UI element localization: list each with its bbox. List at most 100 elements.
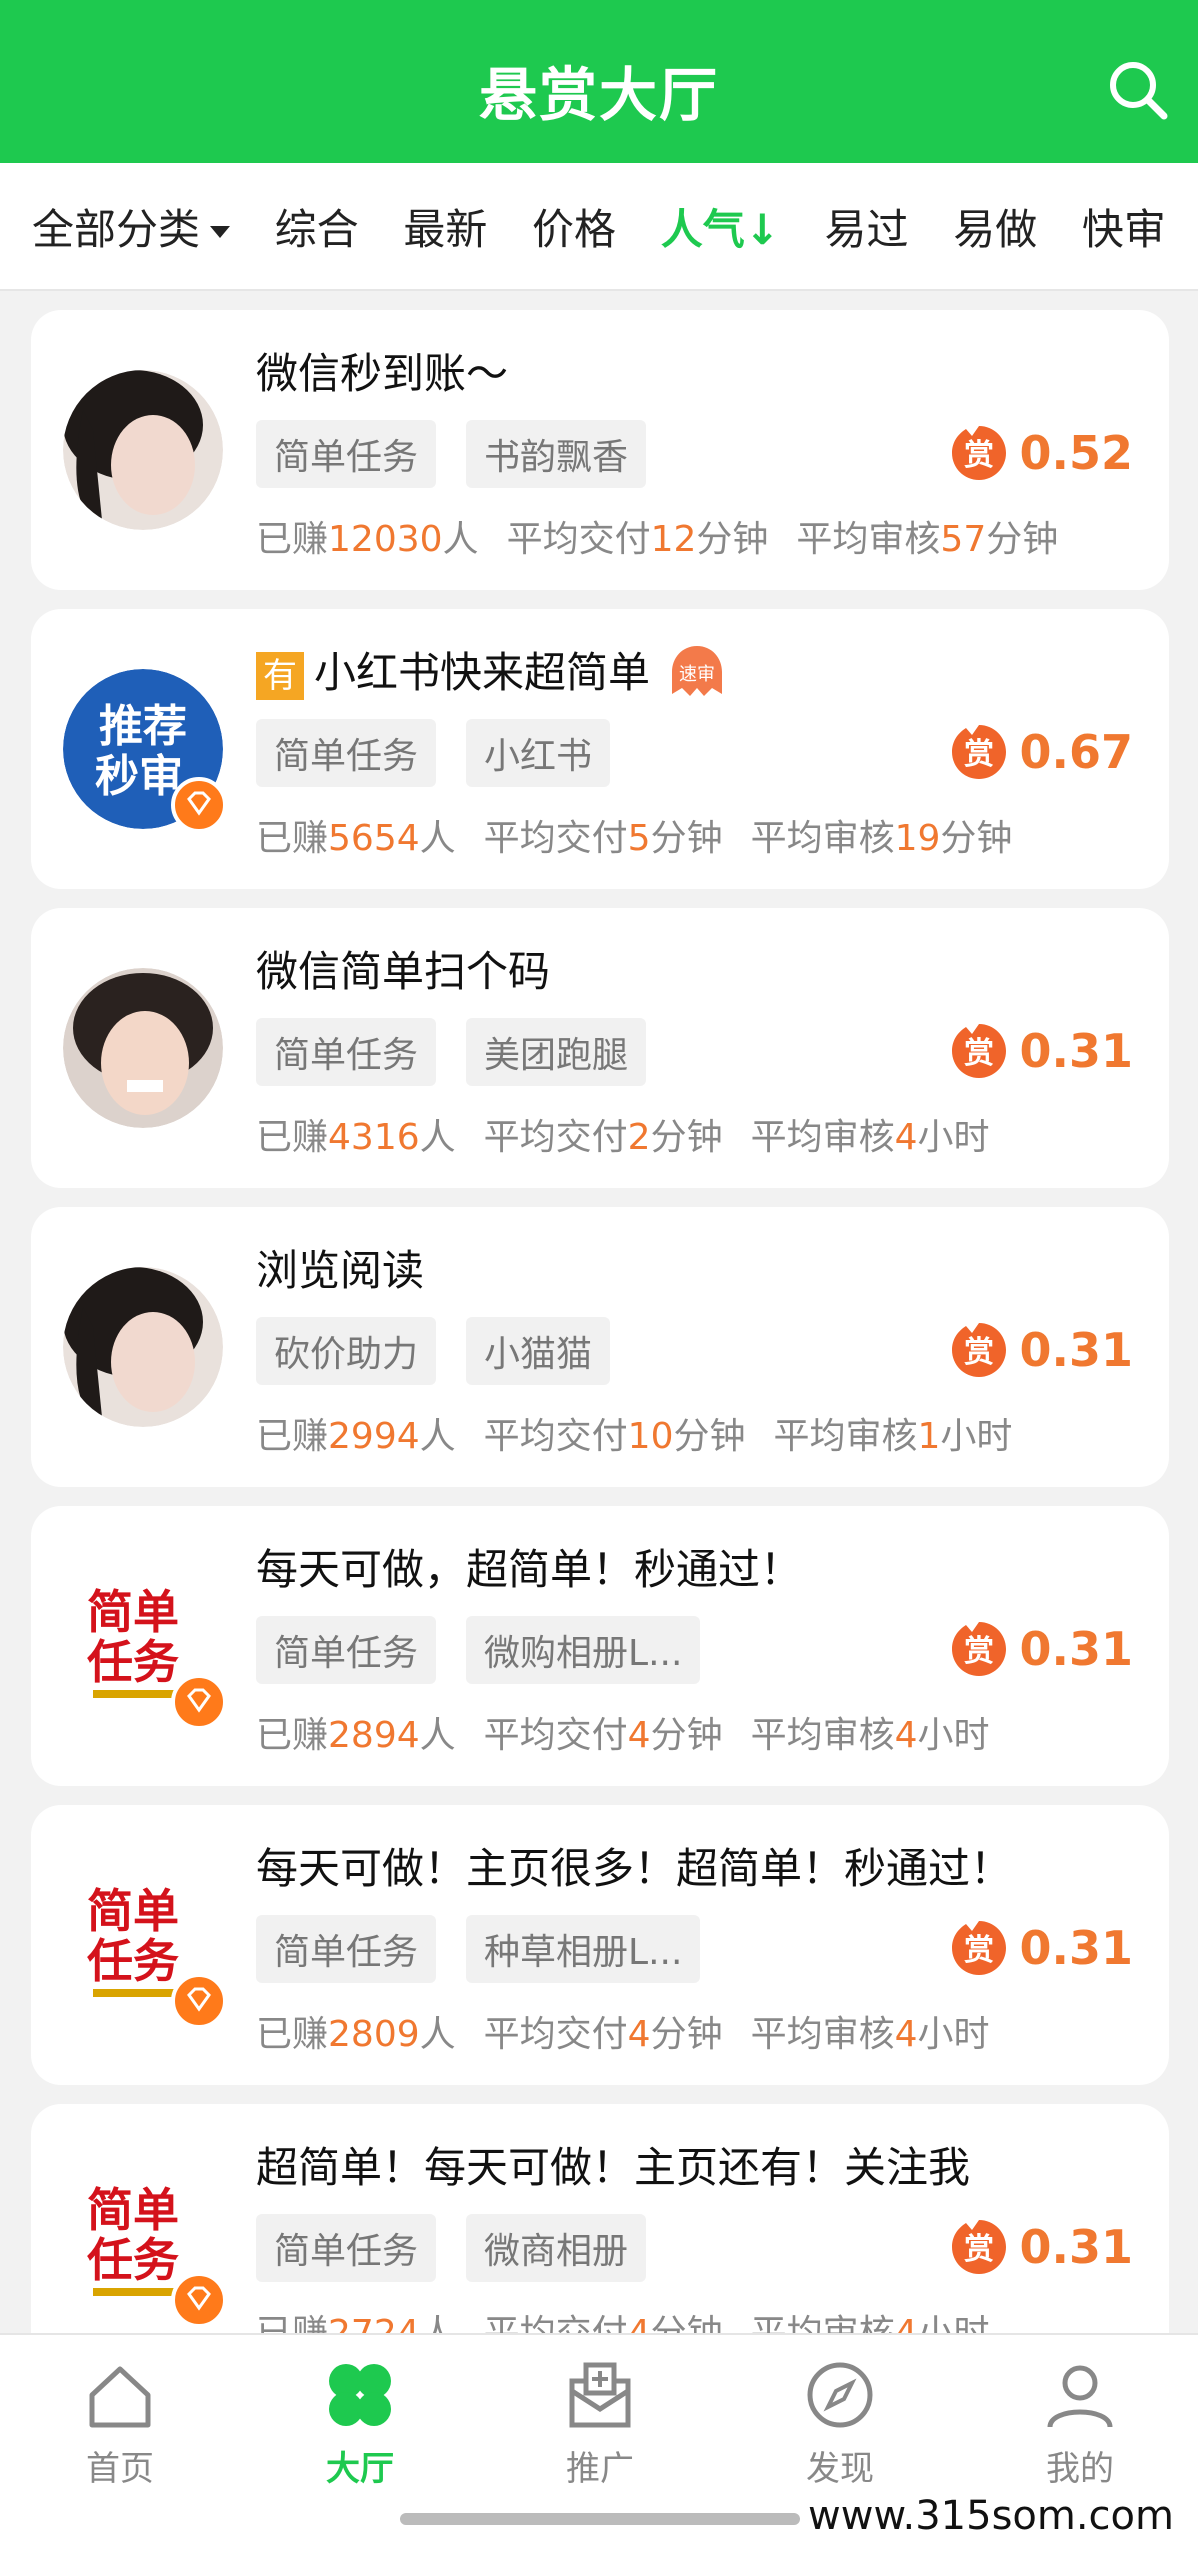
review-time: 19 — [894, 818, 941, 859]
search-icon[interactable] — [1106, 58, 1170, 122]
speed-review-badge: 速审 — [668, 642, 726, 710]
task-card[interactable]: 推荐 秒审有小红书快来超简单 速审 简单任务 小红书赏 0.67 已赚5654人 平均交付5分… — [31, 609, 1169, 889]
earned-suffix: 人 — [419, 2014, 456, 2055]
review-time: 4 — [894, 2014, 918, 2055]
deliver-unit: 分钟 — [673, 1416, 746, 1457]
earned-suffix: 人 — [419, 1416, 456, 1457]
task-card[interactable]: 浏览阅读 砍价助力 小猫猫赏 0.31 已赚2994人 平均交付10分钟 平均审核1小时 — [31, 1207, 1169, 1487]
review-unit: 小时 — [917, 2014, 990, 2055]
earned-count: 4316 — [328, 1117, 420, 1158]
review-time: 1 — [917, 1416, 941, 1457]
review-label: 平均审核 — [796, 519, 941, 560]
review-label: 平均审核 — [750, 1715, 895, 1756]
earned-label: 已赚 — [256, 519, 329, 560]
nav-item-promote[interactable]: 推广 — [510, 2355, 690, 2490]
filter-label: 易过 — [824, 204, 909, 254]
deliver-unit: 分钟 — [650, 1715, 723, 1756]
diamond-badge-icon — [171, 777, 227, 833]
bottom-nav: www.315som.com 首页 大厅 推广 发现 我的 — [0, 2333, 1198, 2556]
earned-label: 已赚 — [256, 818, 329, 859]
svg-text:赏: 赏 — [964, 1933, 994, 1968]
review-label: 平均审核 — [750, 818, 895, 859]
home-indicator — [400, 2513, 800, 2525]
reward-amount: 赏 0.31 — [948, 1319, 1133, 1381]
filter-tab-4[interactable]: 人气↓ — [661, 196, 780, 257]
nav-label: 发现 — [806, 2449, 874, 2489]
task-card[interactable]: 微信秒到账～ 简单任务 书韵飘香赏 0.52 已赚12030人 平均交付12分钟 平均审核5… — [31, 310, 1169, 590]
earned-label: 已赚 — [256, 1117, 329, 1158]
nav-label: 我的 — [1046, 2449, 1114, 2489]
reward-value: 0.31 — [1019, 1921, 1134, 1975]
deliver-label: 平均交付 — [483, 1416, 628, 1457]
filter-label: 最新 — [403, 204, 488, 254]
reward-icon: 赏 — [951, 1323, 1006, 1377]
task-tags: 简单任务 微购相册L... — [256, 1616, 701, 1684]
task-title-text: 每天可做，超简单！秒通过！ — [256, 1545, 803, 1594]
filter-label: 价格 — [532, 204, 617, 254]
task-avatar — [63, 968, 223, 1128]
task-title: 每天可做！主页很多！超简单！秒通过！ — [256, 1835, 1012, 1896]
filter-label: 人气↓ — [660, 204, 780, 254]
task-title: 微信简单扫个码 — [256, 938, 550, 999]
review-time: 4 — [894, 1715, 918, 1756]
svg-text:任务: 任务 — [87, 2233, 179, 2287]
reward-amount: 赏 0.31 — [948, 1618, 1134, 1680]
reward-amount: 赏 0.31 — [948, 2216, 1133, 2278]
deliver-label: 平均交付 — [483, 818, 628, 859]
reward-icon: 赏 — [951, 426, 1006, 480]
earned-label: 已赚 — [256, 2014, 329, 2055]
review-unit: 分钟 — [986, 519, 1059, 560]
filter-tab-2[interactable]: 最新 — [403, 196, 487, 257]
nav-item-user[interactable]: 我的 — [990, 2355, 1170, 2490]
reward-value: 0.52 — [1019, 426, 1134, 480]
task-title-text: 微信秒到账～ — [256, 349, 509, 398]
home-icon — [30, 2355, 210, 2435]
deliver-label: 平均交付 — [483, 1715, 628, 1756]
earned-count: 2894 — [328, 1715, 420, 1756]
task-card[interactable]: 微信简单扫个码 简单任务 美团跑腿 赏 0.31 已赚4316人 平均交付2分钟 平均审核4小… — [31, 908, 1169, 1188]
task-title: 浏览阅读 — [256, 1237, 424, 1298]
svg-text:简单: 简单 — [87, 2183, 179, 2237]
filter-tab-3[interactable]: 价格 — [532, 196, 616, 257]
diamond-badge-icon — [171, 1973, 227, 2029]
earned-count: 2809 — [328, 2014, 420, 2055]
deliver-time: 2 — [627, 1117, 651, 1158]
deliver-label: 平均交付 — [483, 1117, 628, 1158]
review-label: 平均审核 — [750, 2014, 895, 2055]
nav-item-clover[interactable]: 大厅 — [270, 2355, 450, 2490]
app-header: 悬赏大厅 — [0, 0, 1198, 163]
filter-tab-6[interactable]: 易做 — [953, 196, 1037, 257]
reward-icon: 赏 — [951, 1024, 1006, 1078]
nav-item-compass[interactable]: 发现 — [750, 2355, 930, 2490]
task-title-text: 超简单！每天可做！主页还有！关注我 — [256, 2143, 971, 2192]
filter-tab-5[interactable]: 易过 — [825, 196, 909, 257]
nav-item-home[interactable]: 首页 — [30, 2355, 210, 2490]
task-card[interactable]: 简单 任务 每天可做，超简单！秒通过！ 简单任务 微购相册L... 赏 0.31 已赚2894… — [31, 1506, 1169, 1786]
task-tag: 小红书 — [466, 719, 611, 787]
task-card[interactable]: 简单 任务 每天可做！主页很多！超简单！秒通过！ 简单任务 种草相册L... 赏 0.31 已… — [31, 1805, 1169, 2085]
task-title: 每天可做，超简单！秒通过！ — [256, 1536, 802, 1597]
task-stats: 已赚2809人 平均交付4分钟 平均审核4小时 — [256, 2005, 990, 2057]
user-icon — [990, 2355, 1170, 2435]
review-unit: 小时 — [917, 1715, 990, 1756]
deliver-time: 10 — [627, 1416, 674, 1457]
clover-icon — [270, 2355, 450, 2435]
task-tags: 简单任务 种草相册L... — [256, 1915, 701, 1983]
deliver-label: 平均交付 — [483, 2014, 628, 2055]
svg-text:简单: 简单 — [87, 1884, 179, 1938]
filter-tab-7[interactable]: 快审 — [1082, 196, 1166, 257]
reward-icon: 赏 — [951, 1921, 1006, 1975]
svg-text:秒审: 秒审 — [95, 751, 183, 802]
task-avatar — [63, 370, 223, 530]
earned-count: 12030 — [328, 519, 443, 560]
filter-tab-0[interactable]: 全部分类 — [32, 196, 231, 257]
filter-label: 快审 — [1081, 204, 1166, 254]
caret-down-icon — [210, 226, 231, 238]
filter-tab-1[interactable]: 综合 — [275, 196, 359, 257]
reward-value: 0.31 — [1019, 1622, 1134, 1676]
task-stats: 已赚12030人 平均交付12分钟 平均审核57分钟 — [256, 510, 1058, 562]
reward-amount: 赏 0.52 — [948, 422, 1134, 484]
nav-label: 推广 — [566, 2449, 634, 2489]
task-tags: 简单任务 微商相册 — [256, 2214, 647, 2282]
review-unit: 小时 — [917, 1117, 990, 1158]
